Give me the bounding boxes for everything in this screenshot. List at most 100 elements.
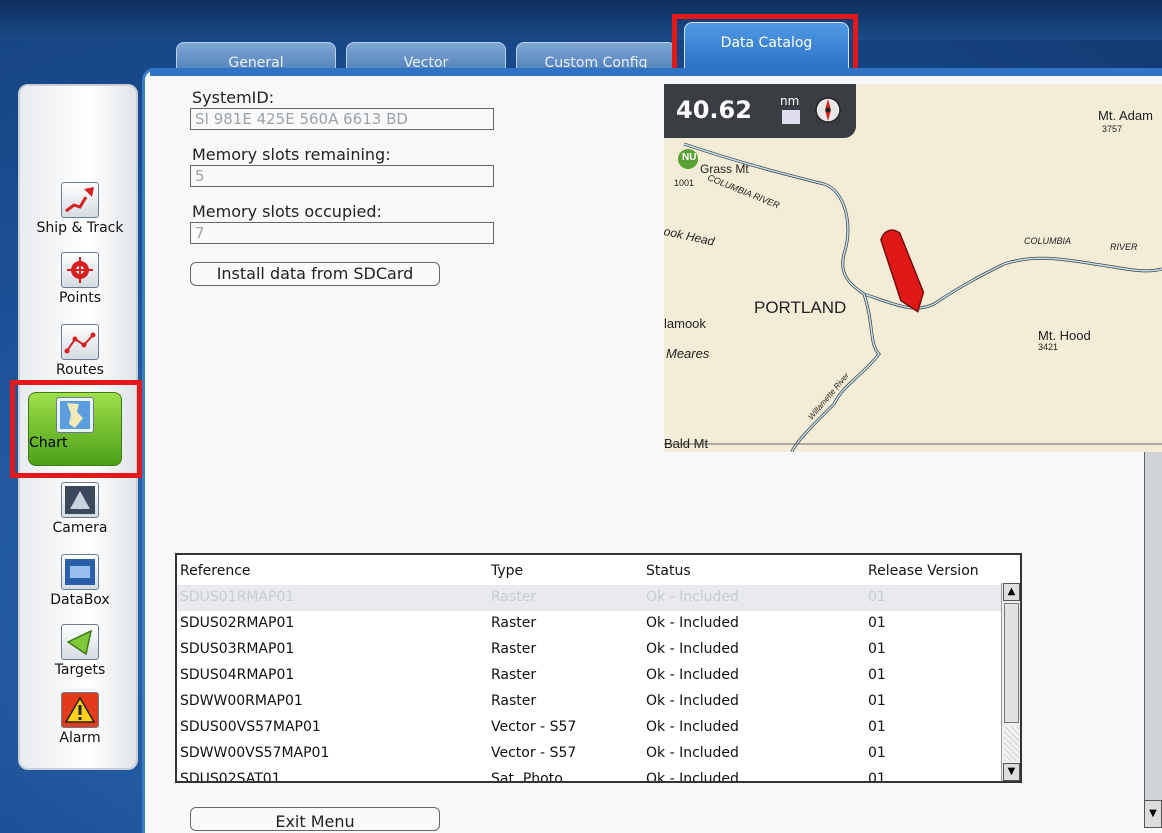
map-label: Mt. Hood (1038, 328, 1091, 343)
map-label: PORTLAND (754, 298, 847, 317)
table-cell: 01 (868, 641, 886, 657)
table-cell: SDUS02SAT01 (180, 771, 281, 783)
column-header: Status (646, 563, 691, 579)
table-header: Reference Type Status Release Version (177, 559, 1002, 585)
sidebar-item-label: Ship & Track (36, 220, 124, 236)
map-label: lamook (664, 316, 706, 331)
panel-scroll-down-button[interactable]: ▼ (1144, 800, 1162, 828)
sidebar-item-label: Camera (52, 520, 108, 536)
table-cell: 01 (868, 693, 886, 709)
install-sdcard-button[interactable]: Install data from SDCard (190, 262, 440, 286)
table-cell: SDUS00VS57MAP01 (180, 719, 321, 735)
sidebar-item-targets[interactable]: Targets (20, 624, 140, 678)
sidebar-item-label: Targets (54, 662, 106, 678)
map-label: 1001 (674, 178, 695, 188)
table-cell: Raster (491, 693, 537, 709)
slots-occupied-label: Memory slots occupied: (192, 202, 382, 221)
table-scrollbar[interactable]: ▲ ▼ (1001, 583, 1020, 781)
camera-icon (61, 482, 99, 518)
chart-highlight (10, 380, 142, 478)
map-label: 3757 (1102, 124, 1123, 134)
table-cell: Raster (491, 589, 537, 605)
table-row[interactable]: SDUS00VS57MAP01 Vector - S57 Ok - Includ… (177, 715, 1002, 741)
scroll-down-button[interactable]: ▼ (1003, 763, 1020, 781)
scale-icon (782, 110, 800, 124)
table-row[interactable]: SDUS02SAT01 Sat. Photo Ok - Included 01 (177, 767, 1002, 783)
map-label: Grass Mt (700, 162, 749, 176)
chart-map[interactable]: NU Grass Mt 1001 COLUMBIA RIVER ook Head… (664, 84, 1162, 452)
scale-unit: nm (780, 94, 800, 108)
sidebar-item-points[interactable]: Points (20, 252, 140, 306)
table-row[interactable]: SDUS01RMAP01 Raster Ok - Included 01 (177, 585, 1002, 611)
ship-track-icon (61, 182, 99, 218)
table-row[interactable]: SDUS03RMAP01 Raster Ok - Included 01 (177, 637, 1002, 663)
table-cell: 01 (868, 589, 886, 605)
table-cell: Ok - Included (646, 667, 739, 683)
databox-icon (61, 554, 99, 590)
table-cell: 01 (868, 745, 886, 761)
map-label: COLUMBIA (1024, 236, 1072, 246)
panel-scrollbar[interactable] (1144, 452, 1162, 827)
compass-icon[interactable] (814, 96, 842, 124)
sidebar-item-routes[interactable]: Routes (20, 324, 140, 374)
table-row[interactable]: SDUS04RMAP01 Raster Ok - Included 01 (177, 663, 1002, 689)
map-label: Bald Mt (664, 436, 709, 451)
table-row[interactable]: SDWW00RMAP01 Raster Ok - Included 01 (177, 689, 1002, 715)
table-cell: SDUS04RMAP01 (180, 667, 295, 683)
table-row[interactable]: SDUS02RMAP01 Raster Ok - Included 01 (177, 611, 1002, 637)
scroll-track[interactable] (1004, 727, 1019, 761)
table-cell: Ok - Included (646, 589, 739, 605)
table-cell: Raster (491, 667, 537, 683)
system-id-field: SI 981E 425E 560A 6613 BD (190, 108, 494, 130)
table-cell: 01 (868, 771, 886, 783)
slots-remaining-field: 5 (190, 165, 494, 187)
data-catalog-table: Reference Type Status Release Version SD… (175, 553, 1022, 783)
sidebar-item-databox[interactable]: DataBox (20, 554, 140, 608)
table-cell: 01 (868, 615, 886, 631)
map-rivers (664, 142, 1162, 452)
sidebar-item-camera[interactable]: Camera (20, 482, 140, 536)
alarm-icon (61, 692, 99, 728)
table-cell: Ok - Included (646, 693, 739, 709)
table-cell: SDUS03RMAP01 (180, 641, 295, 657)
system-id-label: SystemID: (192, 88, 275, 107)
panel-top-bar (150, 68, 1162, 76)
map-label: RIVER (1110, 242, 1138, 252)
sidebar-item-label: DataBox (50, 592, 110, 608)
column-header: Release Version (868, 563, 979, 579)
scroll-thumb[interactable] (1004, 603, 1019, 723)
table-cell: Vector - S57 (491, 719, 577, 735)
exit-menu-button[interactable]: Exit Menu (190, 807, 440, 831)
map-label: Mt. Adam (1098, 108, 1153, 123)
map-label: 3421 (1038, 342, 1059, 352)
sidebar-item-label: Alarm (59, 730, 101, 746)
scale-value: 40.62 (676, 96, 752, 124)
map-label-nu: NU (682, 152, 697, 163)
sidebar-item-alarm[interactable]: Alarm (20, 692, 140, 746)
targets-icon (61, 624, 99, 660)
routes-icon (61, 324, 99, 360)
column-header: Type (491, 563, 524, 579)
points-icon (61, 252, 99, 288)
table-cell: SDUS01RMAP01 (180, 589, 295, 605)
sidebar-item-label: Points (58, 290, 102, 306)
table-cell: Ok - Included (646, 641, 739, 657)
slots-occupied-field: 7 (190, 222, 494, 244)
scroll-up-button[interactable]: ▲ (1003, 583, 1020, 601)
table-cell: Raster (491, 641, 537, 657)
table-cell: Ok - Included (646, 745, 739, 761)
table-cell: 01 (868, 719, 886, 735)
sidebar-item-label: Routes (56, 362, 104, 374)
tab-highlight (672, 14, 858, 76)
table-cell: SDWW00VS57MAP01 (180, 745, 330, 761)
table-cell: Sat. Photo (491, 771, 563, 783)
slots-remaining-label: Memory slots remaining: (192, 145, 391, 164)
sidebar-item-ship-track[interactable]: Ship & Track (20, 182, 140, 236)
map-scale-box[interactable]: 40.62 nm (664, 84, 856, 138)
table-cell: SDWW00RMAP01 (180, 693, 303, 709)
table-cell: Raster (491, 615, 537, 631)
table-cell: SDUS02RMAP01 (180, 615, 295, 631)
table-cell: Ok - Included (646, 615, 739, 631)
table-row[interactable]: SDWW00VS57MAP01 Vector - S57 Ok - Includ… (177, 741, 1002, 767)
column-header: Reference (180, 563, 251, 579)
